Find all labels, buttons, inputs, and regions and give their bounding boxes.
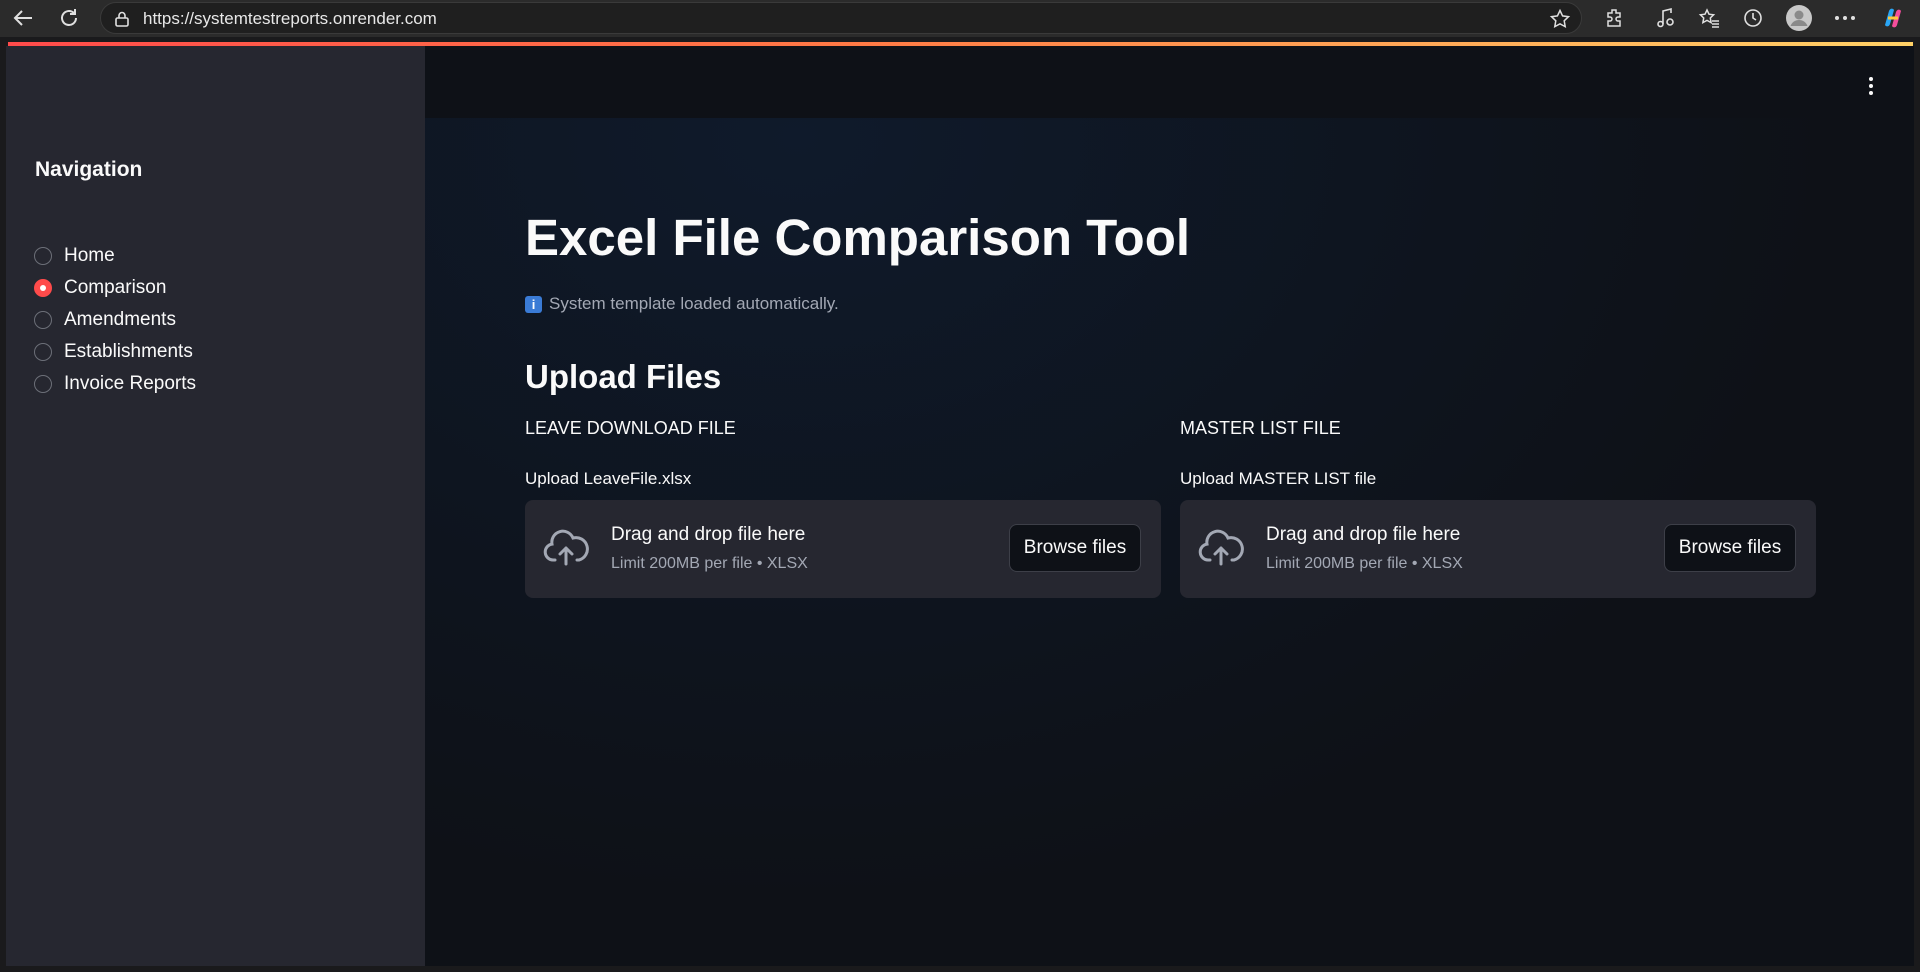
extensions-icon[interactable] (1602, 5, 1628, 31)
radio-button[interactable] (34, 375, 52, 393)
page-title: Excel File Comparison Tool (525, 209, 1191, 266)
site-info-icon[interactable] (113, 10, 131, 33)
section-title: Upload Files (525, 358, 722, 395)
uploader-label: Upload MASTER LIST file (1180, 469, 1377, 488)
uploader-label: Upload LeaveFile.xlsx (525, 469, 692, 488)
column-heading: LEAVE DOWNLOAD FILE (525, 418, 736, 438)
nav-label: Home (64, 245, 115, 266)
nav-radio-amendments[interactable]: Amendments (34, 306, 176, 334)
file-dropzone[interactable]: Drag and drop file here Limit 200MB per … (1180, 500, 1816, 598)
cloud-upload-icon (1198, 529, 1244, 566)
history-icon[interactable] (1740, 5, 1766, 31)
radio-button[interactable] (34, 311, 52, 329)
streamlit-app: Navigation Home Comparison Amendments Es… (6, 46, 1914, 966)
nav-label: Comparison (64, 277, 167, 298)
sidebar: Navigation Home Comparison Amendments Es… (6, 46, 425, 966)
dropzone-limit: Limit 200MB per file • XLSX (1266, 555, 1463, 572)
radio-button[interactable] (34, 343, 52, 361)
reload-icon[interactable] (56, 5, 82, 31)
address-url[interactable]: https://systemtestreports.onrender.com (143, 9, 437, 29)
nav-label: Establishments (64, 341, 193, 362)
browse-files-button[interactable]: Browse files (1009, 524, 1141, 572)
nav-label: Invoice Reports (64, 373, 197, 394)
nav-radio-invoice-reports[interactable]: Invoice Reports (34, 370, 196, 398)
browser-toolbar: https://systemtestreports.onrender.com (0, 0, 1920, 37)
leave-file-uploader: LEAVE DOWNLOAD FILE Upload LeaveFile.xls… (525, 418, 1161, 598)
nav-radio-comparison[interactable]: Comparison (34, 274, 166, 302)
back-icon[interactable] (10, 5, 36, 31)
media-icon[interactable] (1652, 5, 1678, 31)
column-heading: MASTER LIST FILE (1180, 418, 1341, 438)
favorite-star-icon[interactable] (1549, 8, 1571, 35)
profile-avatar-icon[interactable] (1786, 5, 1812, 31)
dropzone-limit: Limit 200MB per file • XLSX (611, 555, 808, 572)
favorites-icon[interactable] (1696, 5, 1722, 31)
browse-files-button[interactable]: Browse files (1664, 524, 1796, 572)
radio-button[interactable] (34, 247, 52, 265)
file-dropzone[interactable]: Drag and drop file here Limit 200MB per … (525, 500, 1161, 598)
more-options-icon[interactable] (1832, 5, 1858, 31)
app-toolbar (425, 46, 1914, 118)
nav-radio-home[interactable]: Home (34, 242, 115, 270)
nav-radio-establishments[interactable]: Establishments (34, 338, 193, 366)
master-list-uploader: MASTER LIST FILE Upload MASTER LIST file… (1180, 418, 1816, 598)
dropzone-title: Drag and drop file here (1266, 524, 1461, 545)
main-content: Excel File Comparison Tool i System temp… (425, 46, 1914, 966)
info-text: System template loaded automatically. (549, 294, 839, 313)
radio-button-selected[interactable] (34, 279, 52, 297)
dropzone-title: Drag and drop file here (611, 524, 806, 545)
sidebar-title: Navigation (35, 158, 143, 181)
kebab-menu-icon[interactable] (1866, 76, 1876, 96)
copilot-icon[interactable] (1880, 5, 1906, 31)
info-message: i System template loaded automatically. (525, 294, 839, 314)
info-icon: i (525, 295, 542, 313)
cloud-upload-icon (543, 529, 589, 566)
nav-label: Amendments (64, 309, 176, 330)
address-bar[interactable]: https://systemtestreports.onrender.com (100, 2, 1582, 34)
